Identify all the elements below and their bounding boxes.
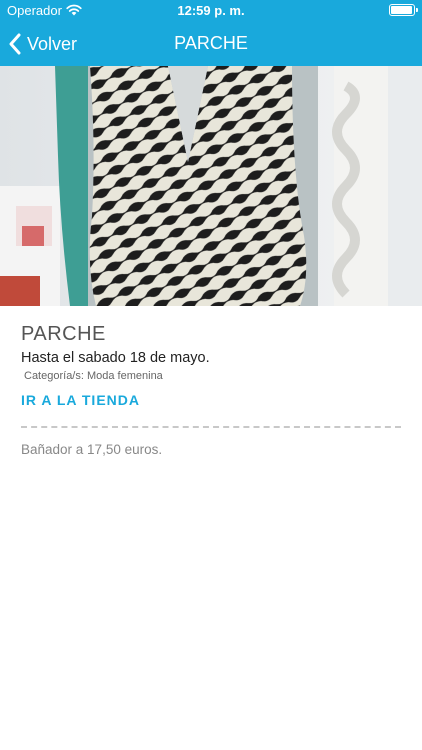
status-time: 12:59 p. m. bbox=[177, 3, 245, 18]
offer-validity: Hasta el sabado 18 de mayo. bbox=[21, 350, 210, 366]
store-name: PARCHE bbox=[21, 323, 106, 345]
go-to-store-link[interactable]: IR A LA TIENDA bbox=[21, 392, 140, 408]
status-bar: Operador 12:59 p. m. bbox=[0, 0, 422, 22]
product-photo bbox=[0, 66, 422, 306]
battery-icon bbox=[389, 4, 418, 16]
dashed-divider bbox=[21, 426, 401, 428]
offer-description: Bañador a 17,50 euros. bbox=[21, 442, 163, 457]
navigation-bar: Volver PARCHE bbox=[0, 22, 422, 66]
page-title: PARCHE bbox=[174, 33, 248, 53]
app-header: Operador 12:59 p. m. Volver PARCHE bbox=[0, 0, 422, 66]
category-label: Categoría/s: Moda femenina bbox=[24, 370, 163, 382]
swimsuit-photo bbox=[0, 66, 422, 306]
